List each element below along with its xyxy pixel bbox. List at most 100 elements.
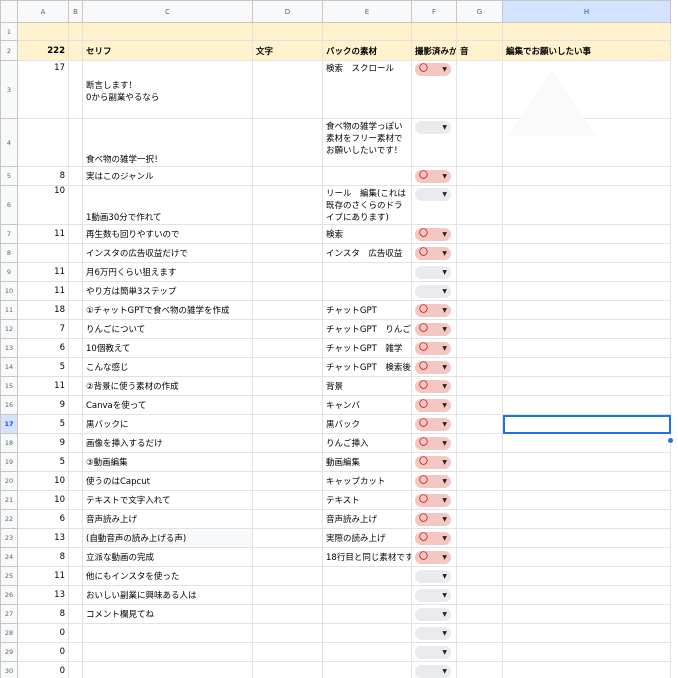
cell-c[interactable]: おいしい副業に興味ある人は xyxy=(82,585,253,605)
cell-f[interactable]: ▼ xyxy=(411,281,457,301)
cell-a[interactable]: 11 xyxy=(17,224,69,244)
header-cell-h[interactable]: 編集でお願いしたい事 xyxy=(502,40,671,61)
cell-a[interactable]: 0 xyxy=(17,661,69,678)
cell-f[interactable]: 〇 ▼ xyxy=(411,319,457,339)
cell-b[interactable] xyxy=(68,642,83,662)
cell-e[interactable]: 音声読み上げ xyxy=(322,509,412,529)
cell-f[interactable]: ▼ xyxy=(411,566,457,586)
status-dropdown[interactable]: 〇 ▼ xyxy=(415,493,451,507)
cell-g[interactable] xyxy=(456,243,503,263)
cell-h[interactable] xyxy=(502,452,671,472)
cell-f[interactable]: ▼ xyxy=(411,118,457,167)
cell-g[interactable] xyxy=(456,224,503,244)
cell-b[interactable] xyxy=(68,414,83,434)
cell-h[interactable] xyxy=(502,357,671,377)
cell-c[interactable]: 1動画30分で作れて xyxy=(82,185,253,225)
cell-g[interactable] xyxy=(456,604,503,624)
cell-h[interactable] xyxy=(502,661,671,678)
row-header-7[interactable]: 7 xyxy=(0,224,18,244)
cell-g[interactable] xyxy=(456,118,503,167)
status-dropdown[interactable]: 〇 ▼ xyxy=(415,322,451,336)
cell-d[interactable] xyxy=(252,509,323,529)
cell-d[interactable] xyxy=(252,490,323,510)
cell-c[interactable]: 音声読み上げ xyxy=(82,509,253,529)
cell-b[interactable] xyxy=(68,566,83,586)
row-header-13[interactable]: 13 xyxy=(0,338,18,358)
cell-h[interactable] xyxy=(502,338,671,358)
cell-c[interactable] xyxy=(82,642,253,662)
cell-f[interactable]: 〇 ▼ xyxy=(411,357,457,377)
header-cell-f[interactable]: 撮影済みか xyxy=(411,40,457,61)
cell-c[interactable]: テキストで文字入れて xyxy=(82,490,253,510)
cell-a[interactable]: 11 xyxy=(17,376,69,396)
cell-e[interactable]: チャットGPT 雑学 xyxy=(322,338,412,358)
cell-d[interactable] xyxy=(252,566,323,586)
cell-b[interactable] xyxy=(68,661,83,678)
cell-c[interactable]: ②背景に使う素材の作成 xyxy=(82,376,253,396)
row-header-19[interactable]: 19 xyxy=(0,452,18,472)
row-header-5[interactable]: 5 xyxy=(0,166,18,186)
row-header-6[interactable]: 6 xyxy=(0,185,18,225)
cell-c[interactable]: 黒バックに xyxy=(82,414,253,434)
cell-c[interactable]: 10個教えて xyxy=(82,338,253,358)
cell-e[interactable] xyxy=(322,585,412,605)
cell-c[interactable]: 実はこのジャンル xyxy=(82,166,253,186)
cell-d[interactable] xyxy=(252,623,323,643)
row-header-25[interactable]: 25 xyxy=(0,566,18,586)
cell-g[interactable] xyxy=(456,357,503,377)
cell-e[interactable] xyxy=(322,604,412,624)
cell-h[interactable] xyxy=(502,166,671,186)
fill-handle[interactable] xyxy=(667,437,674,444)
cell-g[interactable] xyxy=(456,642,503,662)
cell-row1-h[interactable] xyxy=(502,22,671,41)
status-dropdown[interactable]: 〇 ▼ xyxy=(415,436,451,450)
status-dropdown[interactable]: 〇 ▼ xyxy=(415,303,451,317)
status-dropdown[interactable]: ▼ xyxy=(415,569,451,583)
cell-h[interactable] xyxy=(502,224,671,244)
cell-f[interactable]: ▼ xyxy=(411,642,457,662)
cell-b[interactable] xyxy=(68,185,83,225)
cell-a[interactable]: 8 xyxy=(17,166,69,186)
status-dropdown[interactable]: ▼ xyxy=(415,645,451,659)
cell-b[interactable] xyxy=(68,528,83,548)
cell-a[interactable]: 5 xyxy=(17,452,69,472)
cell-a[interactable] xyxy=(17,118,69,167)
cell-a[interactable]: 9 xyxy=(17,395,69,415)
cell-e[interactable]: 背景 xyxy=(322,376,412,396)
cell-h[interactable] xyxy=(502,585,671,605)
cell-c[interactable]: 再生数も回りやすいので xyxy=(82,224,253,244)
cell-f[interactable]: 〇 ▼ xyxy=(411,471,457,491)
cell-g[interactable] xyxy=(456,319,503,339)
cell-b[interactable] xyxy=(68,319,83,339)
cell-a[interactable]: 6 xyxy=(17,509,69,529)
cell-row1-a[interactable] xyxy=(17,22,69,41)
cell-e[interactable]: チャットGPT xyxy=(322,300,412,320)
column-header-a[interactable]: A xyxy=(17,0,69,23)
cell-b[interactable] xyxy=(68,471,83,491)
cell-c[interactable]: こんな感じ xyxy=(82,357,253,377)
cell-h[interactable] xyxy=(502,547,671,567)
cell-d[interactable] xyxy=(252,471,323,491)
row-header-4[interactable]: 4 xyxy=(0,118,18,167)
cell-e[interactable]: りんご挿入 xyxy=(322,433,412,453)
cell-c[interactable] xyxy=(82,623,253,643)
cell-d[interactable] xyxy=(252,376,323,396)
cell-b[interactable] xyxy=(68,623,83,643)
cell-g[interactable] xyxy=(456,528,503,548)
cell-g[interactable] xyxy=(456,338,503,358)
cell-g[interactable] xyxy=(456,376,503,396)
status-dropdown[interactable]: 〇 ▼ xyxy=(415,474,451,488)
column-header-c[interactable]: C xyxy=(82,0,253,23)
status-dropdown[interactable]: 〇 ▼ xyxy=(415,63,451,76)
cell-e[interactable] xyxy=(322,262,412,282)
cell-h[interactable] xyxy=(502,471,671,491)
cell-h[interactable] xyxy=(502,300,671,320)
cell-f[interactable]: 〇 ▼ xyxy=(411,414,457,434)
cell-d[interactable] xyxy=(252,224,323,244)
select-all-corner[interactable] xyxy=(0,0,18,23)
cell-a[interactable]: 0 xyxy=(17,623,69,643)
row-header-12[interactable]: 12 xyxy=(0,319,18,339)
cell-a[interactable]: 10 xyxy=(17,185,69,225)
column-header-h[interactable]: H xyxy=(502,0,671,23)
status-dropdown[interactable]: 〇 ▼ xyxy=(415,227,451,241)
